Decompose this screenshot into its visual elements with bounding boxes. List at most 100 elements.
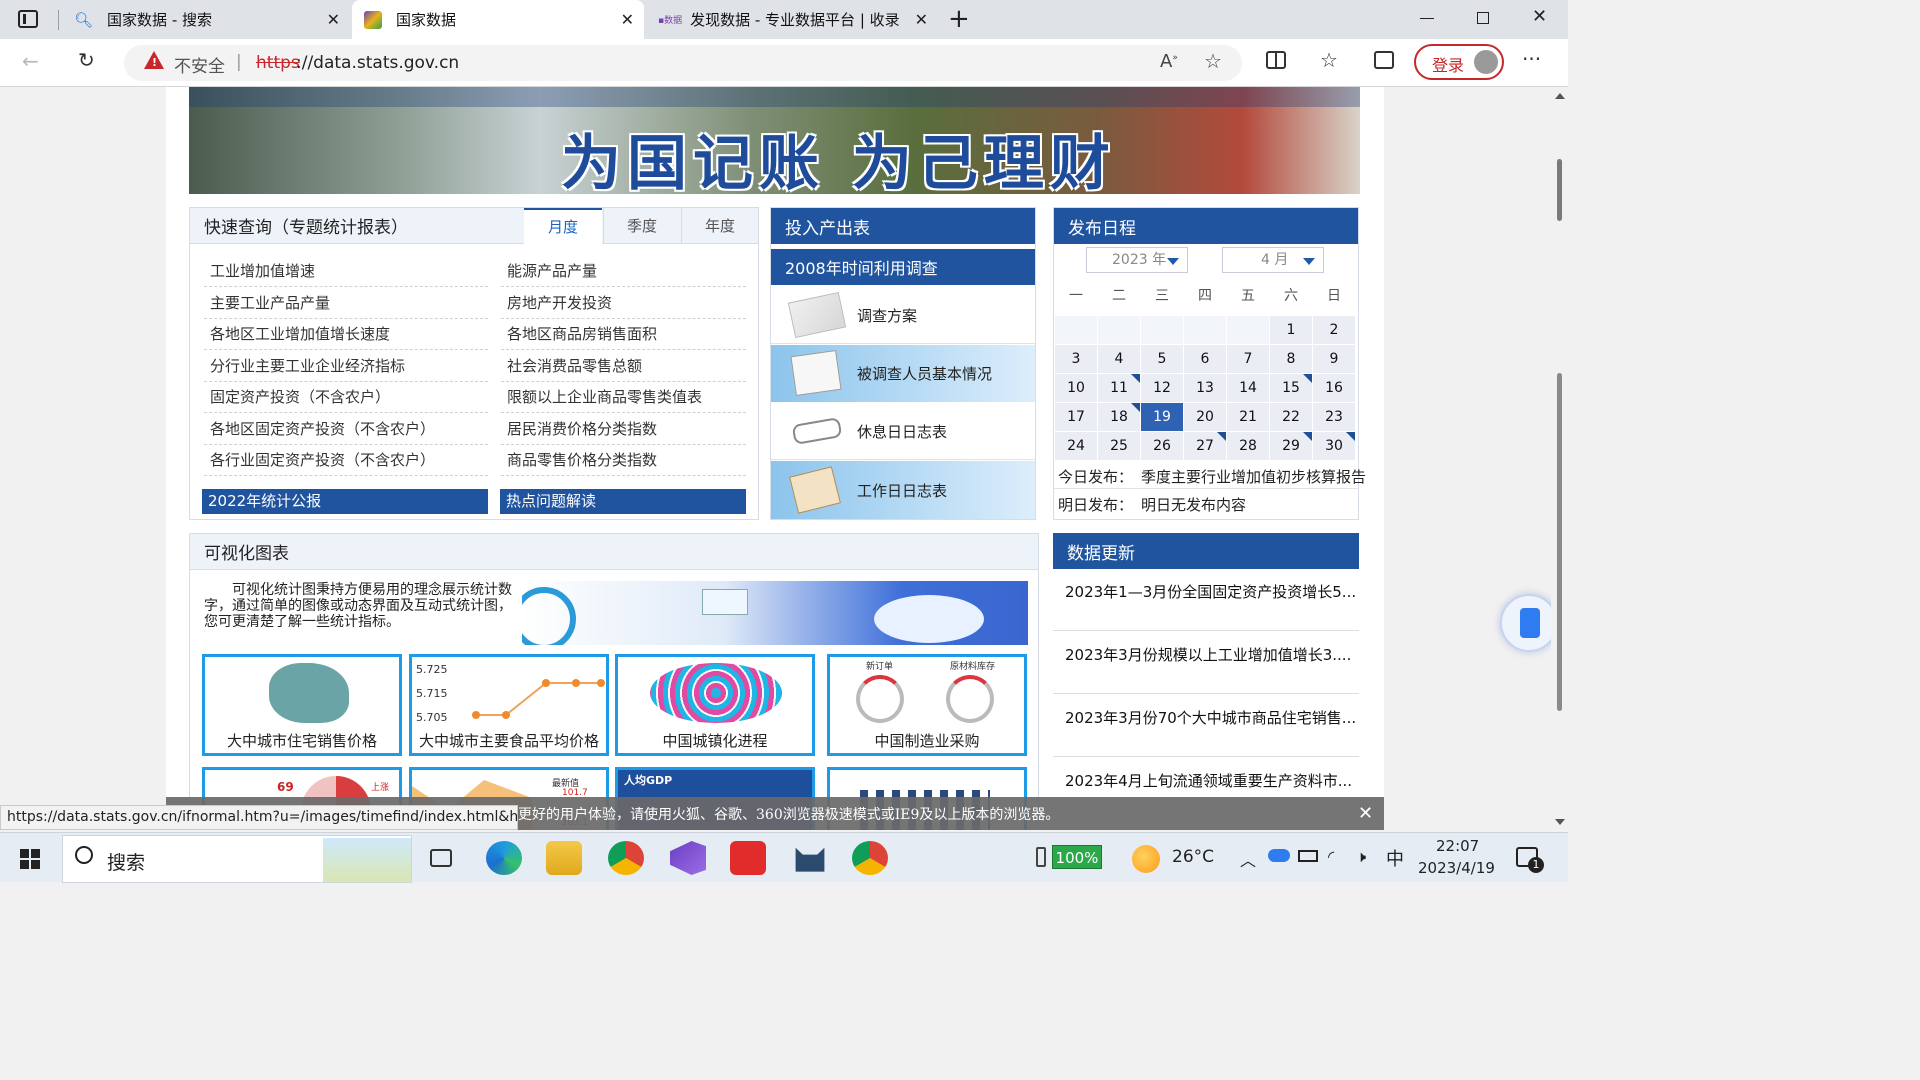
quick-link-right[interactable]: 社会消费品零售总额 — [501, 351, 746, 382]
calendar-day[interactable]: 30 — [1313, 432, 1355, 460]
calendar-day[interactable]: 6 — [1184, 345, 1226, 373]
favorites-icon[interactable]: ☆ — [1320, 48, 1338, 72]
calendar-day[interactable]: 8 — [1270, 345, 1312, 373]
refresh-icon[interactable]: ↻ — [78, 48, 95, 72]
quick-link-right[interactable]: 房地产开发投资 — [501, 288, 746, 319]
calendar-day[interactable]: 4 — [1098, 345, 1140, 373]
page-scrollbar[interactable] — [1551, 87, 1568, 832]
tab-quarterly[interactable]: 季度 — [603, 208, 680, 244]
hot-issues-link[interactable]: 热点问题解读 — [500, 489, 746, 514]
calendar-day[interactable]: 5 — [1141, 345, 1183, 373]
calendar-day[interactable]: 2 — [1313, 316, 1355, 344]
close-icon[interactable]: ✕ — [621, 10, 634, 29]
today-release[interactable]: 今日发布： 季度主要行业增加值初步核算报告 — [1058, 466, 1366, 487]
calendar-day[interactable]: 23 — [1313, 403, 1355, 431]
scrollbar-thumb-secondary[interactable] — [1557, 373, 1562, 711]
close-window-button[interactable]: ✕ — [1532, 6, 1547, 27]
quick-link-right[interactable]: 能源产品产量 — [501, 256, 746, 287]
floating-assistant-button[interactable] — [1500, 594, 1551, 652]
io-item-workday[interactable]: 工作日日志表 — [771, 461, 1035, 519]
volume-muted-icon[interactable]: 🕨︎ — [1356, 847, 1366, 867]
calendar-day[interactable]: 26 — [1141, 432, 1183, 460]
split-screen-icon[interactable] — [1266, 51, 1286, 69]
more-menu-icon[interactable]: ··· — [1522, 47, 1541, 71]
wps-office-icon[interactable] — [730, 841, 766, 875]
update-item[interactable]: 2023年1—3月份全国固定资产投资增长5... — [1053, 569, 1359, 631]
notice-close-icon[interactable]: ✕ — [1358, 803, 1373, 824]
windows-start-icon[interactable] — [20, 849, 40, 869]
calendar-day[interactable]: 18 — [1098, 403, 1140, 431]
tab-bing-search[interactable]: 🔍︎ 国家数据 - 搜索 ✕ — [62, 0, 350, 39]
calendar-day[interactable]: 24 — [1055, 432, 1097, 460]
taskbar-search[interactable]: 搜索 — [62, 835, 412, 883]
login-button[interactable]: 登录 — [1414, 44, 1504, 80]
viz-card[interactable]: 大中城市住宅销售价格 — [202, 654, 402, 756]
io-item-plan[interactable]: 调查方案 — [771, 287, 1035, 344]
update-item[interactable]: 2023年3月份70个大中城市商品住宅销售... — [1053, 695, 1359, 757]
calendar-day[interactable]: 7 — [1227, 345, 1269, 373]
cat-app-icon[interactable] — [795, 847, 825, 872]
tab-yearly[interactable]: 年度 — [681, 208, 758, 244]
calendar-day[interactable]: 14 — [1227, 374, 1269, 402]
wifi-icon[interactable]: ◜ — [1328, 847, 1334, 866]
address-bar[interactable]: ! 不安全 | https ://data.stats.gov.cn A» ☆ — [124, 45, 1242, 81]
collections-icon[interactable] — [1374, 51, 1394, 69]
scroll-up-icon[interactable] — [1555, 93, 1565, 99]
calendar-day[interactable]: 27 — [1184, 432, 1226, 460]
calendar-day[interactable]: 20 — [1184, 403, 1226, 431]
battery-tray-icon[interactable] — [1298, 850, 1318, 862]
annual-bulletin-link[interactable]: 2022年统计公报 — [202, 489, 488, 514]
tab-actions-icon[interactable] — [18, 10, 38, 28]
edge-app-icon[interactable] — [486, 841, 522, 875]
viz-card[interactable]: 中国城镇化进程 — [615, 654, 815, 756]
close-icon[interactable]: ✕ — [327, 10, 340, 29]
minimize-button[interactable] — [1420, 18, 1434, 19]
io-table-title[interactable]: 投入产出表 — [771, 208, 1035, 244]
calendar-day[interactable]: 1 — [1270, 316, 1312, 344]
chrome-app-icon-2[interactable] — [852, 841, 888, 875]
close-icon[interactable]: ✕ — [915, 10, 928, 29]
viz-card[interactable]: 大中城市主要食品平均价格 5.725 5.715 5.705 — [409, 654, 609, 756]
calendar-day[interactable]: 19 — [1141, 403, 1183, 431]
quick-link-left[interactable]: 各地区工业增加值增长速度 — [204, 319, 488, 350]
add-favorite-icon[interactable]: ☆ — [1204, 49, 1222, 73]
chrome-app-icon[interactable] — [608, 841, 644, 875]
quick-link-right[interactable]: 商品零售价格分类指数 — [501, 445, 746, 476]
quick-link-right[interactable]: 限额以上企业商品零售类值表 — [501, 382, 746, 413]
weather-temp[interactable]: 26°C — [1172, 847, 1214, 867]
month-select[interactable]: 4 月 — [1222, 247, 1324, 273]
calendar-day[interactable]: 21 — [1227, 403, 1269, 431]
read-aloud-icon[interactable]: A» — [1160, 51, 1178, 72]
new-tab-button[interactable]: + — [948, 4, 970, 34]
calendar-day[interactable]: 28 — [1227, 432, 1269, 460]
tab-monthly[interactable]: 月度 — [524, 208, 602, 245]
calendar-day[interactable]: 17 — [1055, 403, 1097, 431]
io-item-restday[interactable]: 休息日日志表 — [771, 403, 1035, 460]
quick-link-left[interactable]: 工业增加值增速 — [204, 256, 488, 287]
notification-icon[interactable]: 1 — [1516, 847, 1544, 873]
viz-card[interactable]: 中国制造业采购 新订单 原材料库存 — [827, 654, 1027, 756]
weather-icon[interactable] — [1132, 845, 1160, 873]
back-arrow-icon[interactable]: ← — [22, 49, 39, 73]
calendar-day[interactable]: 12 — [1141, 374, 1183, 402]
ime-indicator[interactable]: 中 — [1386, 845, 1404, 871]
clock-date[interactable]: 2023/4/19 — [1418, 859, 1495, 877]
task-view-icon[interactable] — [430, 849, 452, 867]
file-explorer-icon[interactable] — [546, 841, 582, 875]
quick-link-left[interactable]: 各行业固定资产投资（不含农户） — [204, 445, 488, 476]
calendar-day[interactable]: 13 — [1184, 374, 1226, 402]
calendar-day[interactable]: 25 — [1098, 432, 1140, 460]
quick-link-left[interactable]: 固定资产投资（不含农户） — [204, 382, 488, 413]
tab-discover-data[interactable]: ▪数据 发现数据 - 专业数据平台 | 收录 ✕ — [648, 0, 938, 39]
tab-national-data[interactable]: 国家数据 ✕ — [352, 0, 644, 39]
scroll-down-icon[interactable] — [1555, 819, 1565, 825]
year-select[interactable]: 2023 年 — [1086, 247, 1188, 273]
time-use-survey-title[interactable]: 2008年时间利用调查 — [771, 249, 1035, 285]
cloud-icon[interactable] — [1268, 849, 1290, 862]
update-item[interactable]: 2023年3月份规模以上工业增加值增长3.... — [1053, 632, 1359, 694]
restore-button[interactable] — [1477, 12, 1489, 24]
calendar-day[interactable]: 15 — [1270, 374, 1312, 402]
calendar-day[interactable]: 16 — [1313, 374, 1355, 402]
quick-link-left[interactable]: 各地区固定资产投资（不含农户） — [204, 414, 488, 445]
calendar-day[interactable]: 3 — [1055, 345, 1097, 373]
